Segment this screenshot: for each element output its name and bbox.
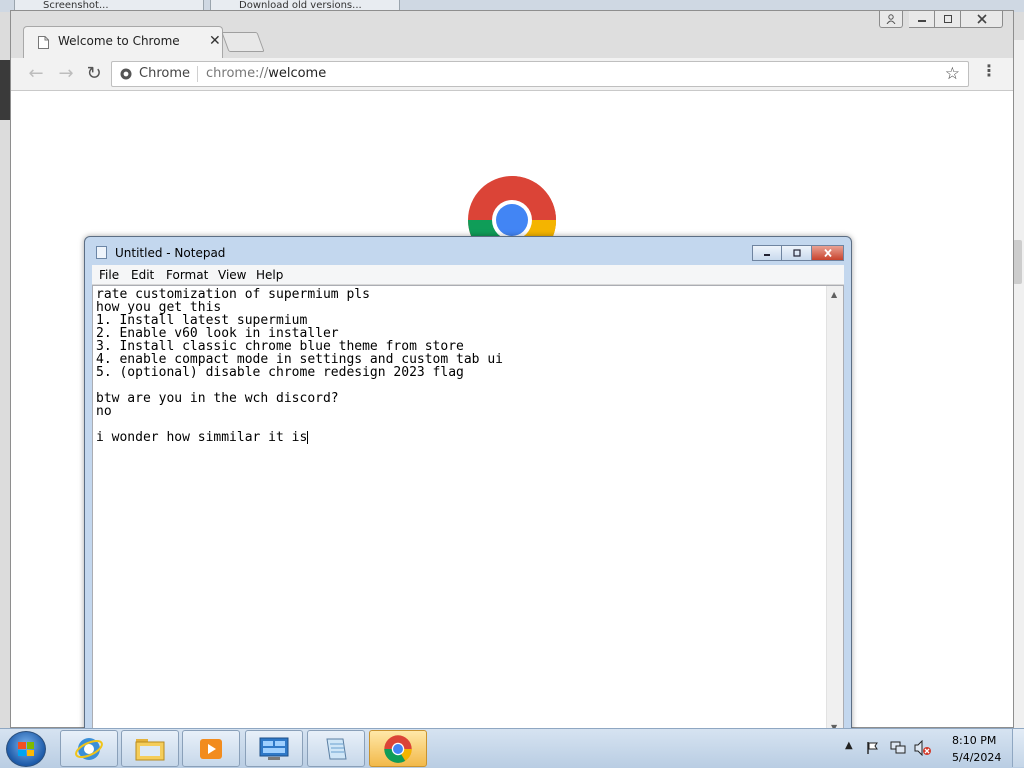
menu-help[interactable]: Help — [256, 268, 283, 282]
site-label: Chrome — [139, 66, 190, 81]
window-controls — [752, 245, 844, 261]
tab-welcome-to-chrome[interactable]: Welcome to Chrome ✕ — [23, 26, 223, 58]
clock-time[interactable]: 8:10 PM — [952, 734, 996, 747]
show-hidden-icons-icon[interactable]: ▲ — [845, 740, 853, 751]
media-player-icon — [200, 738, 222, 759]
action-center-flag-icon[interactable] — [866, 741, 880, 755]
control-panel-icon — [259, 737, 289, 760]
vertical-scrollbar[interactable]: ▲ ▼ — [826, 286, 843, 736]
folder-icon — [135, 738, 165, 760]
url-text[interactable]: chrome://welcome — [206, 66, 326, 81]
bookmark-star-icon[interactable]: ☆ — [945, 64, 960, 84]
taskbar: ▲ 8:10 PM 5/4/2024 — [0, 728, 1024, 768]
text-caret — [307, 431, 309, 444]
taskbar-media-player[interactable] — [182, 730, 240, 767]
window-controls — [879, 11, 1003, 29]
close-button[interactable] — [961, 11, 1003, 28]
menu-edit[interactable]: Edit — [131, 268, 154, 282]
tab-title: Welcome to Chrome — [58, 34, 180, 48]
minimize-button[interactable] — [752, 245, 782, 261]
reload-icon[interactable]: ↻ — [83, 64, 105, 84]
menu-format[interactable]: Format — [166, 268, 208, 282]
forward-arrow-icon[interactable]: → — [55, 64, 77, 84]
minimize-button[interactable] — [909, 11, 935, 28]
chrome-tabstrip: Welcome to Chrome ✕ — [11, 11, 1013, 58]
url-scheme: chrome:// — [206, 66, 269, 81]
chrome-page-icon — [120, 68, 132, 80]
taskbar-internet-explorer[interactable] — [60, 730, 118, 767]
background-scrollbar-thumb[interactable] — [1013, 240, 1022, 284]
network-icon[interactable] — [890, 741, 906, 755]
notepad-titlebar[interactable]: Untitled - Notepad — [85, 237, 851, 265]
back-arrow-icon[interactable]: ← — [25, 64, 47, 84]
start-button[interactable] — [6, 731, 46, 767]
chrome-icon — [384, 734, 412, 763]
page-icon — [38, 36, 49, 49]
taskbar-file-explorer[interactable] — [121, 730, 179, 767]
windows-logo-icon — [18, 742, 34, 756]
scroll-up-arrow-icon[interactable]: ▲ — [831, 290, 837, 299]
internet-explorer-icon — [75, 737, 103, 760]
text-line: 5. (optional) disable chrome redesign 20… — [96, 365, 464, 380]
notepad-menubar: File Edit Format View Help — [92, 265, 844, 285]
url-host: welcome — [268, 66, 327, 81]
chrome-toolbar: ← → ↻ Chrome chrome://welcome ☆ ⋮ — [11, 58, 1013, 91]
notepad-window: Untitled - Notepad File Edit Format View… — [84, 236, 852, 737]
profile-icon[interactable] — [879, 11, 903, 28]
taskbar-chrome[interactable] — [369, 730, 427, 767]
kebab-menu-icon[interactable]: ⋮ — [981, 63, 997, 79]
menu-file[interactable]: File — [99, 268, 119, 282]
background-window-edge — [0, 60, 10, 120]
omnibox-divider — [197, 66, 198, 82]
notepad-icon — [96, 246, 107, 259]
tab-close-icon[interactable]: ✕ — [209, 33, 221, 49]
show-desktop-button[interactable] — [1012, 729, 1024, 767]
maximize-button[interactable] — [782, 245, 812, 261]
address-bar[interactable]: Chrome chrome://welcome ☆ — [111, 61, 969, 87]
menu-view[interactable]: View — [218, 268, 246, 282]
notepad-text: rate customization of supermium pls how … — [96, 288, 503, 444]
notepad-text-area[interactable]: rate customization of supermium pls how … — [92, 285, 844, 737]
close-button[interactable] — [812, 245, 844, 261]
window-title: Untitled - Notepad — [115, 246, 226, 260]
notepad-app-icon — [326, 738, 347, 759]
new-tab-button[interactable] — [221, 32, 265, 52]
text-line: btw are you in the wch discord? — [96, 391, 339, 406]
maximize-button[interactable] — [935, 11, 961, 28]
text-line: no — [96, 404, 112, 419]
clock-date[interactable]: 5/4/2024 — [952, 751, 1001, 764]
volume-muted-icon[interactable] — [914, 740, 932, 756]
taskbar-control-panel[interactable] — [245, 730, 303, 767]
taskbar-notepad[interactable] — [307, 730, 365, 767]
text-line: i wonder how simmilar it is — [96, 430, 308, 445]
